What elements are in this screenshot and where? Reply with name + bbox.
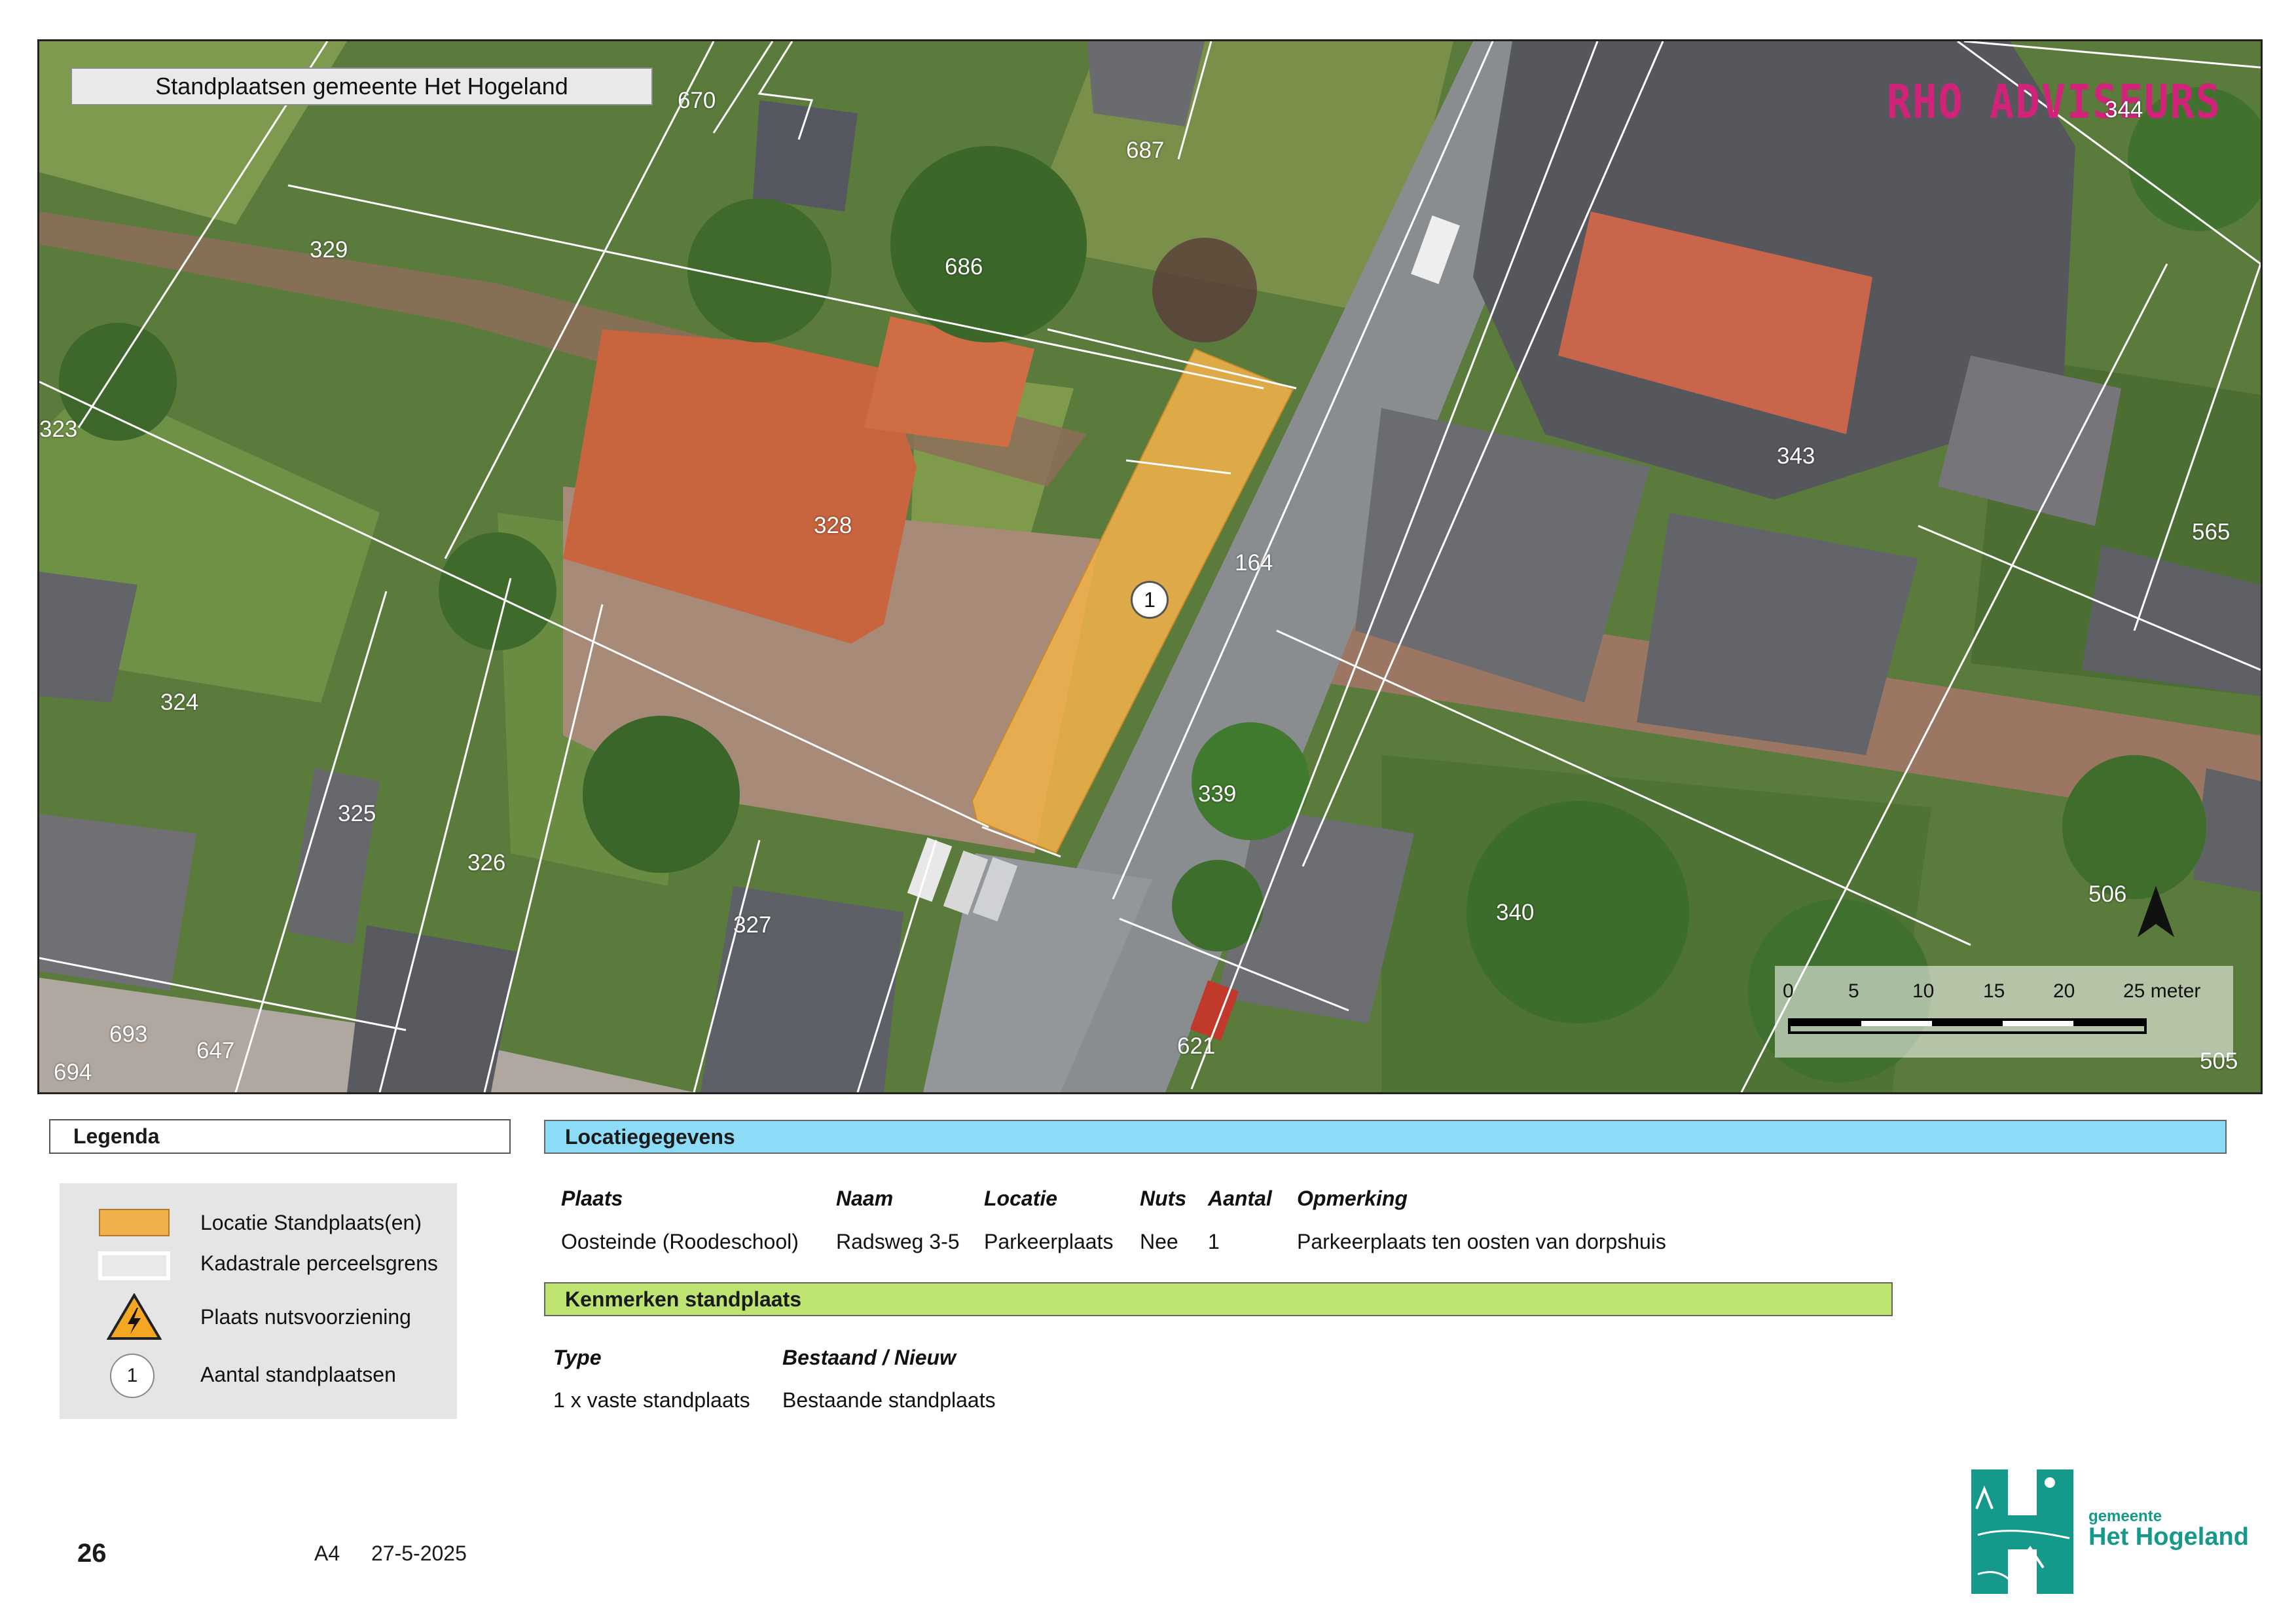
cell-locatie: Parkeerplaats	[984, 1230, 1114, 1253]
parcel-boundary-swatch	[98, 1251, 170, 1280]
parcel-number: 326	[467, 850, 506, 876]
legend-label: Plaats nutsvoorziening	[200, 1305, 411, 1329]
parcel-number: 328	[814, 513, 852, 538]
col-header-bestaand-nieuw: Bestaand / Nieuw	[782, 1346, 956, 1369]
parcel-number: 647	[196, 1038, 235, 1063]
legend-item: 1 Aantal standplaatsen	[60, 1354, 457, 1398]
parcel-number: 324	[160, 690, 199, 715]
parcel-number: 506	[2088, 881, 2127, 907]
section-header-kenmerken: Kenmerken standplaats	[544, 1282, 1893, 1316]
count-circle-icon: 1	[110, 1354, 155, 1398]
legend-title: Legenda	[49, 1119, 511, 1154]
legend: Locatie Standplaats(en) Kadastrale perce…	[60, 1183, 457, 1419]
col-header-aantal: Aantal	[1208, 1187, 1272, 1210]
scale-label: 10	[1912, 980, 1935, 1002]
legend-item: Kadastrale perceelsgrens	[60, 1245, 457, 1284]
aerial-map[interactable]: Standplaatsen gemeente Het Hogeland RHO …	[37, 39, 2263, 1094]
parcel-number: 694	[54, 1060, 92, 1085]
col-header-plaats: Plaats	[561, 1187, 623, 1210]
col-header-nuts: Nuts	[1140, 1187, 1187, 1210]
logo-text-name: Het Hogeland	[2088, 1523, 2249, 1551]
col-header-opmerking: Opmerking	[1297, 1187, 1408, 1210]
parcel-number: 344	[2105, 97, 2143, 122]
parcel-number: 323	[39, 416, 78, 442]
cell-bestaand-nieuw: Bestaande standplaats	[782, 1388, 996, 1412]
parcel-number: 343	[1777, 443, 1815, 469]
orange-area-swatch	[99, 1209, 170, 1236]
standplaats-count-marker[interactable]: 1	[1131, 581, 1169, 619]
brand-logo-text: RHO ADVISEURS	[1886, 74, 2221, 130]
scale-bar: 0 5 10 15 20 25 meter	[1775, 966, 2233, 1058]
parcel-number: 621	[1177, 1033, 1216, 1059]
parcel-number: 565	[2192, 519, 2231, 545]
cell-plaats: Oosteinde (Roodeschool)	[561, 1230, 799, 1253]
cell-nuts: Nee	[1140, 1230, 1178, 1253]
electricity-warning-icon	[107, 1293, 162, 1340]
scale-label: 15	[1983, 980, 2005, 1002]
parcel-number: 693	[109, 1022, 148, 1047]
parcel-number: 164	[1235, 550, 1273, 576]
page-number: 26	[77, 1539, 107, 1568]
legend-item: Locatie Standplaats(en)	[60, 1203, 457, 1242]
parcel-number: 340	[1496, 900, 1535, 925]
cell-naam: Radsweg 3-5	[836, 1230, 960, 1253]
scale-label: 25 meter	[2123, 980, 2201, 1002]
document-date: 27-5-2025	[371, 1541, 467, 1565]
scale-label: 20	[2053, 980, 2075, 1002]
parcel-number: 670	[678, 88, 716, 113]
scale-label: 0	[1783, 980, 1794, 1002]
parcel-number: 686	[945, 254, 983, 280]
parcel-number: 339	[1198, 781, 1237, 807]
parcel-number: 325	[338, 801, 376, 826]
section-header-locatiegegevens: Locatiegegevens	[544, 1120, 2227, 1154]
aerial-photo	[39, 41, 2261, 1092]
col-header-locatie: Locatie	[984, 1187, 1058, 1210]
parcel-number: 687	[1126, 138, 1165, 163]
cell-aantal: 1	[1208, 1230, 1220, 1253]
legend-label: Kadastrale perceelsgrens	[200, 1251, 438, 1275]
col-header-type: Type	[553, 1346, 602, 1369]
col-header-naam: Naam	[836, 1187, 894, 1210]
parcel-number: 327	[733, 912, 772, 938]
legend-item: Plaats nutsvoorziening	[60, 1288, 457, 1340]
cell-opmerking: Parkeerplaats ten oosten van dorpshuis	[1297, 1230, 1666, 1253]
parcel-number: 329	[310, 237, 348, 263]
cell-type: 1 x vaste standplaats	[553, 1388, 750, 1412]
map-title: Standplaatsen gemeente Het Hogeland	[71, 67, 653, 105]
legend-label: Locatie Standplaats(en)	[200, 1211, 422, 1234]
legend-label: Aantal standplaatsen	[200, 1363, 396, 1386]
scale-segments	[1788, 1018, 2147, 1034]
scale-label: 5	[1848, 980, 1859, 1002]
paper-size: A4	[314, 1541, 340, 1565]
north-arrow-icon	[2138, 886, 2174, 937]
